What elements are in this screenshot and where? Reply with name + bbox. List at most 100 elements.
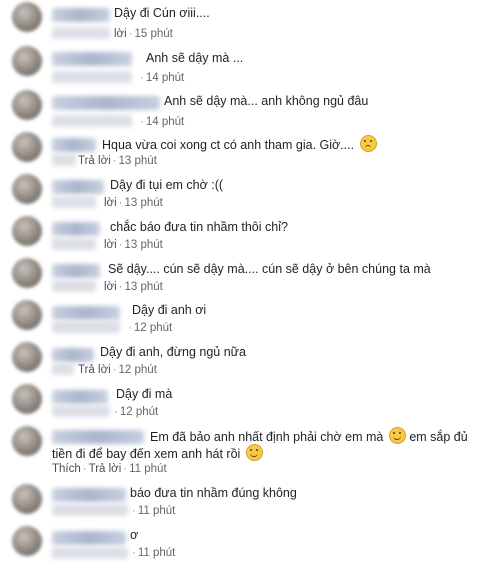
comment-meta: · 11 phút [130, 504, 175, 518]
commenter-name[interactable] [52, 8, 110, 22]
separator: · [82, 463, 87, 475]
commenter-name[interactable] [52, 264, 100, 278]
comment-meta: · 12 phút [126, 321, 172, 335]
avatar[interactable] [12, 174, 42, 204]
comment-text: Anh sẽ dậy mà... anh không ngủ đâu [164, 94, 369, 108]
timestamp[interactable]: 12 phút [119, 364, 157, 376]
comment-meta: lời · 15 phút [114, 27, 173, 41]
comment-text: ơ [130, 528, 139, 542]
timestamp[interactable]: 13 phút [125, 197, 163, 209]
comment-text: Dậy đi Cún ơiii.... [114, 6, 210, 20]
avatar[interactable] [12, 46, 42, 76]
timestamp[interactable]: 11 phút [138, 547, 176, 559]
separator: · [128, 28, 133, 40]
timestamp[interactable]: 12 phút [120, 406, 158, 418]
separator: · [118, 281, 123, 293]
commenter-name[interactable] [52, 306, 120, 320]
comment-actions[interactable] [52, 321, 120, 333]
commenter-name[interactable] [52, 52, 132, 66]
separator: · [112, 155, 117, 167]
sad-face-emoji-icon [359, 135, 377, 152]
comment-meta: · 11 phút [130, 546, 175, 560]
comment-meta: Trả lời · 12 phút [78, 363, 157, 377]
reply-link[interactable]: lời [104, 281, 117, 293]
comment-meta: lời · 13 phút [104, 196, 163, 210]
avatar[interactable] [12, 216, 42, 246]
commenter-name[interactable] [52, 96, 160, 110]
separator: · [132, 505, 136, 517]
like-link[interactable] [52, 280, 96, 292]
comment-meta: Thích · Trả lời · 11 phút [52, 462, 167, 476]
separator: · [112, 364, 117, 376]
comment-text: Dậy đi anh ơi [132, 303, 207, 317]
comment-text-line2-row: tiền đi để bay đến xem anh hát rồi [52, 444, 263, 463]
commenter-name[interactable] [52, 138, 96, 152]
timestamp[interactable]: 12 phút [134, 322, 172, 334]
like-link[interactable] [52, 363, 74, 375]
comment-text-body: Hqua vừa coi xong ct có anh tham gia. Gi… [102, 138, 355, 152]
commenter-name[interactable] [52, 390, 108, 404]
comment-meta: Trả lời · 13 phút [78, 154, 157, 168]
reply-link[interactable]: Trả lời [78, 155, 111, 167]
reply-link[interactable]: lời [104, 197, 117, 209]
reply-link[interactable]: lời [114, 28, 127, 40]
avatar[interactable] [12, 426, 42, 456]
comment-text-line1-end: em sắp đủ [409, 430, 468, 444]
smile-face-emoji-icon [245, 444, 263, 461]
reply-link[interactable]: Trả lời [89, 463, 122, 475]
commenter-name[interactable] [52, 488, 126, 502]
separator: · [118, 197, 123, 209]
avatar[interactable] [12, 90, 42, 120]
comment-actions[interactable] [52, 547, 128, 559]
avatar[interactable] [12, 258, 42, 288]
comment-meta: lời · 13 phút [104, 280, 163, 294]
comment-text: báo đưa tin nhầm đúng không [130, 486, 297, 500]
timestamp[interactable]: 14 phút [146, 72, 184, 84]
timestamp[interactable]: 13 phút [125, 239, 163, 251]
commenter-name[interactable] [52, 180, 104, 194]
commenter-name[interactable] [52, 430, 144, 444]
reply-link[interactable]: Trả lời [78, 364, 111, 376]
commenter-name[interactable] [52, 531, 126, 545]
comment-actions[interactable] [52, 115, 132, 127]
avatar[interactable] [12, 526, 42, 556]
comment-meta: · 12 phút [112, 405, 158, 419]
separator: · [132, 547, 136, 559]
timestamp[interactable]: 11 phút [138, 505, 176, 517]
commenter-name[interactable] [52, 222, 100, 236]
comment-text: chắc báo đưa tin nhầm thôi chỉ? [110, 220, 288, 234]
like-link[interactable] [52, 196, 96, 208]
timestamp[interactable]: 13 phút [125, 281, 163, 293]
reply-link[interactable]: lời [104, 239, 117, 251]
like-link[interactable] [52, 154, 76, 166]
commenter-name[interactable] [52, 348, 94, 362]
avatar[interactable] [12, 132, 42, 162]
like-link[interactable] [52, 27, 110, 39]
avatar[interactable] [12, 384, 42, 414]
avatar[interactable] [12, 342, 42, 372]
timestamp[interactable]: 14 phút [146, 116, 184, 128]
comment-text: Dậy đi mà [116, 387, 173, 401]
comment-actions[interactable] [52, 504, 128, 516]
separator: · [140, 72, 144, 84]
separator: · [123, 463, 128, 475]
comment-text: Dậy đi anh, đừng ngủ nữa [100, 345, 247, 359]
avatar[interactable] [12, 2, 42, 32]
avatar[interactable] [12, 300, 42, 330]
like-link[interactable]: Thích [52, 463, 81, 475]
separator: · [114, 406, 118, 418]
separator: · [118, 239, 123, 251]
comment-text: Sẽ dậy.... cún sẽ dậy mà.... cún sẽ dậy … [108, 262, 431, 276]
timestamp[interactable]: 13 phút [119, 155, 157, 167]
comment-actions[interactable] [52, 71, 132, 83]
comment-meta: · 14 phút [138, 115, 184, 129]
comment-meta: lời · 13 phút [104, 238, 163, 252]
timestamp[interactable]: 11 phút [129, 463, 167, 475]
like-link[interactable] [52, 238, 96, 250]
smile-face-emoji-icon [388, 427, 406, 444]
timestamp[interactable]: 15 phút [135, 28, 173, 40]
avatar[interactable] [12, 484, 42, 514]
comment-actions[interactable] [52, 405, 110, 417]
comment-text-line2: tiền đi để bay đến xem anh hát rồi [52, 447, 241, 461]
separator: · [128, 322, 132, 334]
